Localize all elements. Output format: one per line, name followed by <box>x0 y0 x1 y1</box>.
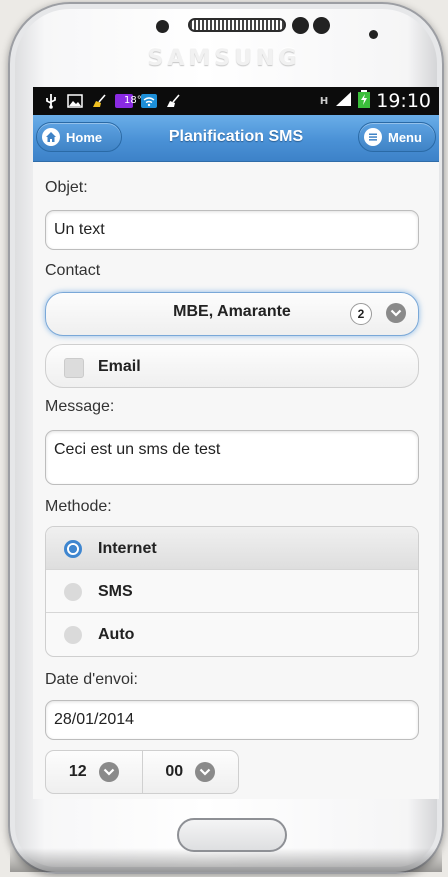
chevron-down-icon <box>386 303 406 323</box>
screen: 18° H 19:10 Home Planification SMS Menu <box>33 87 439 799</box>
chevron-down-icon <box>195 762 216 782</box>
chevron-down-icon <box>98 762 119 782</box>
send-date-label: Date d'envoi: <box>45 671 138 688</box>
email-label: Email <box>98 358 141 375</box>
usb-icon <box>43 94 59 109</box>
broom-icon <box>165 94 181 108</box>
app-header: Home Planification SMS Menu <box>33 115 439 162</box>
subject-field[interactable]: Un text <box>45 210 419 250</box>
form-content: Objet: Un text Contact MBE, Amarante 2 E… <box>33 162 439 799</box>
message-label: Message: <box>45 398 115 415</box>
broom-icon <box>91 94 107 108</box>
brand-logo: SAMSUNG <box>147 46 301 71</box>
method-option-label: Auto <box>98 626 135 643</box>
method-radio-group: Internet SMS Auto <box>45 526 419 657</box>
radio-selected-icon <box>64 540 82 558</box>
contact-select[interactable]: MBE, Amarante 2 <box>45 292 419 336</box>
method-label: Methode: <box>45 498 112 515</box>
message-textarea[interactable]: Ceci est un sms de test <box>45 430 419 485</box>
status-bar: 18° H 19:10 <box>33 87 439 115</box>
minute-select[interactable]: 00 <box>141 751 239 793</box>
method-option-auto[interactable]: Auto <box>46 613 418 656</box>
network-type-label: H <box>319 95 329 107</box>
method-option-label: SMS <box>98 583 133 600</box>
method-option-sms[interactable]: SMS <box>46 570 418 613</box>
front-sensor <box>156 20 169 33</box>
contact-label: Contact <box>45 262 101 279</box>
method-option-internet[interactable]: Internet <box>46 527 418 570</box>
battery-icon <box>358 90 371 112</box>
hardware-home-button[interactable] <box>177 818 287 852</box>
send-date-field[interactable]: 28/01/2014 <box>45 700 419 740</box>
menu-icon <box>364 128 382 146</box>
contact-count-badge: 2 <box>350 303 372 325</box>
email-checkbox-row[interactable]: Email <box>45 344 419 388</box>
minute-value: 00 <box>165 763 184 780</box>
notification-icons <box>43 91 181 111</box>
status-right: H 19:10 <box>320 87 431 115</box>
status-time: 19:10 <box>376 90 431 112</box>
image-icon <box>67 94 83 108</box>
hour-value: 12 <box>68 763 87 780</box>
earpiece-speaker <box>188 18 286 32</box>
send-time-select: 12 00 <box>45 750 239 794</box>
radio-unselected-icon <box>64 583 82 601</box>
method-option-label: Internet <box>98 540 157 557</box>
subject-label: Objet: <box>45 179 88 196</box>
signal-icon <box>334 91 352 111</box>
temperature-label: 18° <box>124 95 142 106</box>
menu-button-label: Menu <box>388 129 422 145</box>
hour-select[interactable]: 12 <box>46 751 142 793</box>
radio-unselected-icon <box>64 626 82 644</box>
wifi-icon <box>141 94 157 108</box>
proximity-sensor <box>313 17 330 34</box>
front-camera <box>292 17 309 34</box>
email-checkbox[interactable] <box>64 358 84 378</box>
menu-button[interactable]: Menu <box>358 122 436 152</box>
light-sensor <box>369 30 378 39</box>
